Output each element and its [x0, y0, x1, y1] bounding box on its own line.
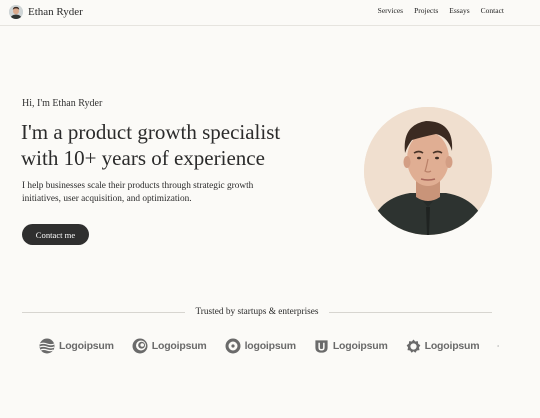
- trusted-label: Trusted by startups & enterprises: [195, 307, 319, 317]
- ring-icon: [225, 338, 241, 354]
- nav-projects[interactable]: Projects: [414, 6, 438, 15]
- client-logo-4-text: Logoipsum: [332, 340, 388, 352]
- site-header: Ethan Ryder Services Projects Essays Con…: [0, 0, 540, 26]
- trusted-section-heading: Trusted by startups & enterprises: [22, 305, 492, 319]
- client-logo-5-text: Logoipsum: [424, 340, 480, 352]
- hero-title: I'm a product growth specialist with 10+…: [21, 120, 281, 170]
- swirl-circle-icon: [132, 338, 148, 354]
- brand-link[interactable]: Ethan Ryder: [9, 4, 83, 20]
- gear-ring-icon: [406, 338, 420, 353]
- client-logo-1-text: Logoipsum: [59, 340, 114, 352]
- divider-right: [328, 311, 492, 313]
- wave-globe-icon: [39, 338, 55, 354]
- client-logo-3: logoipsum: [225, 338, 296, 354]
- main-nav: Services Projects Essays Contact: [378, 6, 504, 15]
- client-logo-1: Logoipsum: [39, 338, 114, 354]
- client-logo-4: Logoipsum: [314, 339, 388, 354]
- nav-essays[interactable]: Essays: [449, 6, 469, 15]
- client-logo-5: Logoipsum: [406, 338, 480, 354]
- nav-services[interactable]: Services: [378, 6, 403, 15]
- hero-description: I help businesses scale their products t…: [22, 181, 254, 204]
- contact-me-button[interactable]: Contact me: [22, 224, 89, 245]
- brand-name: Ethan Ryder: [28, 6, 83, 18]
- nav-contact[interactable]: Contact: [481, 6, 504, 15]
- portrait-photo: [364, 107, 492, 235]
- client-logos: Logoipsum Logoipsum logoipsum Logoipsum …: [39, 336, 499, 356]
- client-logo-2-text: Logoipsum: [151, 340, 207, 352]
- client-logo-6: [497, 338, 499, 354]
- sunburst-icon: [497, 345, 499, 347]
- client-logo-2: Logoipsum: [132, 338, 207, 354]
- client-logo-3-text: logoipsum: [244, 340, 296, 352]
- avatar: [9, 5, 23, 19]
- divider-left: [22, 311, 186, 313]
- hero-greeting: Hi, I'm Ethan Ryder: [22, 98, 103, 109]
- shield-u-icon: [315, 339, 328, 353]
